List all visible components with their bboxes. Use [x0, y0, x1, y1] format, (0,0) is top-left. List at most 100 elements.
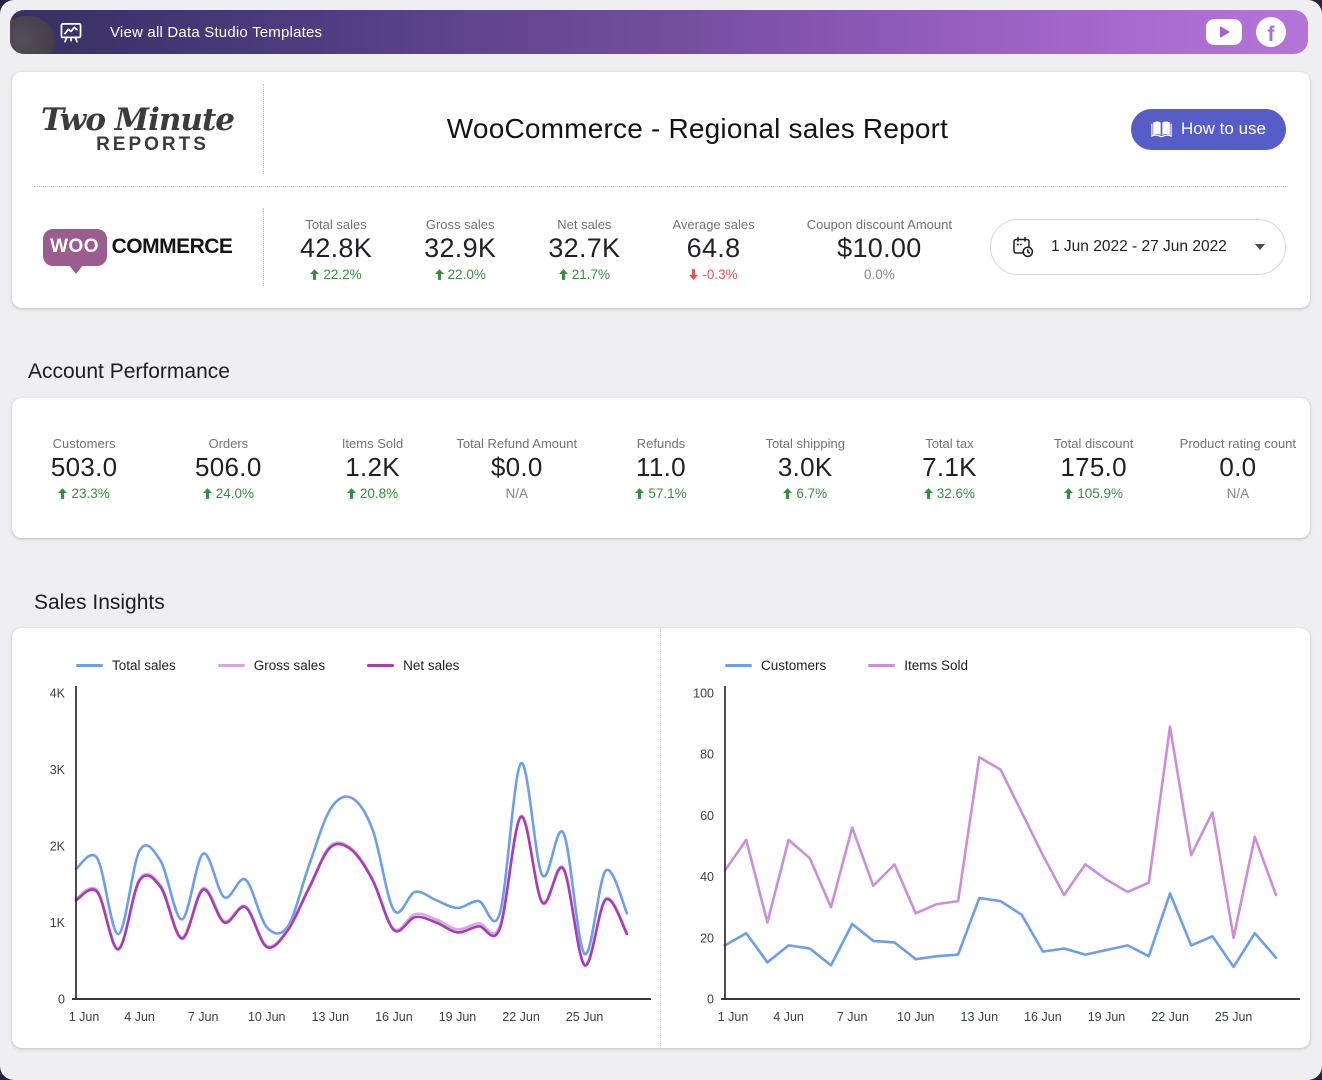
- svg-text:2K: 2K: [50, 840, 66, 854]
- banner-decoration: [10, 16, 58, 54]
- dashboard-page: View all Data Studio Templates f Two Min…: [0, 0, 1322, 1080]
- woo-bubble-tail: [69, 265, 83, 274]
- banner-social-icons: f: [1206, 17, 1286, 47]
- svg-text:0: 0: [707, 993, 714, 1007]
- svg-text:1 Jun: 1 Jun: [69, 1010, 100, 1024]
- svg-text:25 Jun: 25 Jun: [566, 1010, 604, 1024]
- svg-text:1K: 1K: [50, 916, 66, 930]
- customers-chart-legend: Customers Items Sold: [725, 658, 1310, 673]
- trend-arrow-icon: [347, 488, 356, 499]
- top-banner[interactable]: View all Data Studio Templates f: [10, 10, 1308, 54]
- svg-text:16 Jun: 16 Jun: [1024, 1010, 1062, 1024]
- trend-arrow-icon: [924, 488, 933, 499]
- metric-total-shipping: Total shipping 3.0K 6.7%: [733, 436, 877, 501]
- facebook-icon[interactable]: f: [1256, 17, 1286, 47]
- svg-text:1 Jun: 1 Jun: [718, 1010, 749, 1024]
- templates-board-icon: [58, 19, 84, 45]
- banner-link-label[interactable]: View all Data Studio Templates: [110, 24, 322, 41]
- legend-net-sales: Net sales: [367, 658, 459, 673]
- svg-text:22 Jun: 22 Jun: [502, 1010, 540, 1024]
- youtube-play-glyph: [1220, 26, 1230, 38]
- book-icon: [1151, 120, 1172, 138]
- sales-insights-heading: Sales Insights: [34, 591, 165, 615]
- sales-insights-card: Total sales Gross sales Net sales 0 1K 2K 3…: [12, 628, 1310, 1048]
- svg-text:4 Jun: 4 Jun: [773, 1010, 804, 1024]
- legend-gross-sales: Gross sales: [218, 658, 325, 673]
- legend-swatch: [868, 664, 895, 668]
- svg-text:4K: 4K: [50, 687, 66, 701]
- calendar-clock-icon: [1011, 235, 1035, 259]
- woo-wordmark: COMMERCE: [112, 235, 233, 259]
- header-top-row: Two Minute REPORTS WooCommerce - Regiona…: [12, 72, 1310, 186]
- svg-text:20: 20: [700, 931, 714, 945]
- trend-arrow-icon: [203, 488, 212, 499]
- svg-text:16 Jun: 16 Jun: [375, 1010, 413, 1024]
- kpi-net-sales: Net sales 32.7K 21.7%: [548, 217, 620, 282]
- metric-total-tax: Total tax 7.1K 32.6%: [877, 436, 1021, 501]
- trend-arrow-icon: [559, 269, 568, 280]
- kpi-gross-sales: Gross sales 32.9K 22.0%: [424, 217, 496, 282]
- trend-arrow-icon: [58, 488, 67, 499]
- legend-total-sales: Total sales: [76, 658, 176, 673]
- metric-customers: Customers 503.0 23.3%: [12, 436, 156, 501]
- trend-arrow-icon: [435, 269, 444, 280]
- kpi-average-sales: Average sales 64.8 -0.3%: [672, 217, 754, 282]
- svg-text:40: 40: [700, 870, 714, 884]
- trend-arrow-icon: [783, 488, 792, 499]
- woocommerce-logo: WOO COMMERCE: [12, 208, 264, 286]
- svg-text:0: 0: [58, 993, 65, 1007]
- svg-text:10 Jun: 10 Jun: [897, 1010, 935, 1024]
- svg-text:7 Jun: 7 Jun: [188, 1010, 219, 1024]
- svg-text:100: 100: [693, 687, 714, 701]
- youtube-icon[interactable]: [1206, 19, 1242, 45]
- account-performance-card: Customers 503.0 23.3% Orders 506.0 24.0%…: [12, 398, 1310, 538]
- sales-trend-chart: 0 1K 2K 3K 4K 1 Jun 4 Jun 7 Jun 10 Jun 13 Jun 16 J…: [12, 679, 660, 1035]
- date-range-picker[interactable]: 1 Jun 2022 - 27 Jun 2022: [990, 219, 1286, 275]
- sales-chart-panel: Total sales Gross sales Net sales 0 1K 2K 3…: [12, 628, 661, 1048]
- how-to-use-button[interactable]: How to use: [1131, 109, 1286, 150]
- trend-arrow-icon: [310, 269, 319, 280]
- kpi-total-sales: Total sales 42.8K 22.2%: [300, 217, 372, 282]
- header-kpi-row: WOO COMMERCE Total sales 42.8K 22.2% Gro…: [12, 187, 1310, 307]
- svg-text:80: 80: [700, 748, 714, 762]
- svg-text:13 Jun: 13 Jun: [312, 1010, 350, 1024]
- svg-text:19 Jun: 19 Jun: [1088, 1010, 1126, 1024]
- woo-bubble: WOO: [43, 229, 107, 266]
- trend-arrow-icon: [689, 269, 698, 280]
- metric-total-refund: Total Refund Amount $0.0 N/A: [445, 436, 589, 501]
- kpi-coupon-discount: Coupon discount Amount $10.00 0.0%: [807, 217, 952, 282]
- customers-chart-panel: Customers Items Sold 0 20 40 60 80 100 1 Jun 4 …: [661, 628, 1310, 1048]
- metric-orders: Orders 506.0 24.0%: [156, 436, 300, 501]
- svg-text:7 Jun: 7 Jun: [837, 1010, 868, 1024]
- brand-script-text: Two Minute: [41, 102, 234, 138]
- legend-swatch: [76, 664, 103, 668]
- legend-swatch: [725, 664, 752, 668]
- trend-arrow-icon: [635, 488, 644, 499]
- chevron-down-icon: [1255, 244, 1265, 250]
- svg-text:3K: 3K: [50, 763, 66, 777]
- svg-text:4 Jun: 4 Jun: [124, 1010, 155, 1024]
- date-range-value: 1 Jun 2022 - 27 Jun 2022: [1051, 238, 1239, 256]
- how-to-use-label: How to use: [1181, 119, 1266, 139]
- account-performance-heading: Account Performance: [28, 360, 230, 384]
- svg-text:13 Jun: 13 Jun: [961, 1010, 999, 1024]
- report-header-card: Two Minute REPORTS WooCommerce - Regiona…: [12, 72, 1310, 308]
- trend-arrow-icon: [1064, 488, 1073, 499]
- legend-items-sold: Items Sold: [868, 658, 968, 673]
- legend-swatch: [367, 664, 394, 668]
- two-minute-reports-logo: Two Minute REPORTS: [12, 84, 264, 174]
- svg-text:19 Jun: 19 Jun: [439, 1010, 477, 1024]
- sales-chart-legend: Total sales Gross sales Net sales: [76, 658, 660, 673]
- metric-total-discount: Total discount 175.0 105.9%: [1022, 436, 1166, 501]
- svg-text:22 Jun: 22 Jun: [1151, 1010, 1189, 1024]
- svg-text:10 Jun: 10 Jun: [248, 1010, 286, 1024]
- metric-product-rating-count: Product rating count 0.0 N/A: [1166, 436, 1310, 501]
- brand-caps-text: REPORTS: [66, 134, 209, 156]
- svg-text:25 Jun: 25 Jun: [1215, 1010, 1253, 1024]
- customers-items-chart: 0 20 40 60 80 100 1 Jun 4 Jun 7 Jun 10 Jun 13 Jun 1…: [661, 679, 1309, 1035]
- header-kpis: Total sales 42.8K 22.2% Gross sales 32.9…: [264, 213, 990, 282]
- svg-text:60: 60: [700, 809, 714, 823]
- metric-refunds: Refunds 11.0 57.1%: [589, 436, 733, 501]
- legend-customers: Customers: [725, 658, 826, 673]
- legend-swatch: [218, 664, 245, 668]
